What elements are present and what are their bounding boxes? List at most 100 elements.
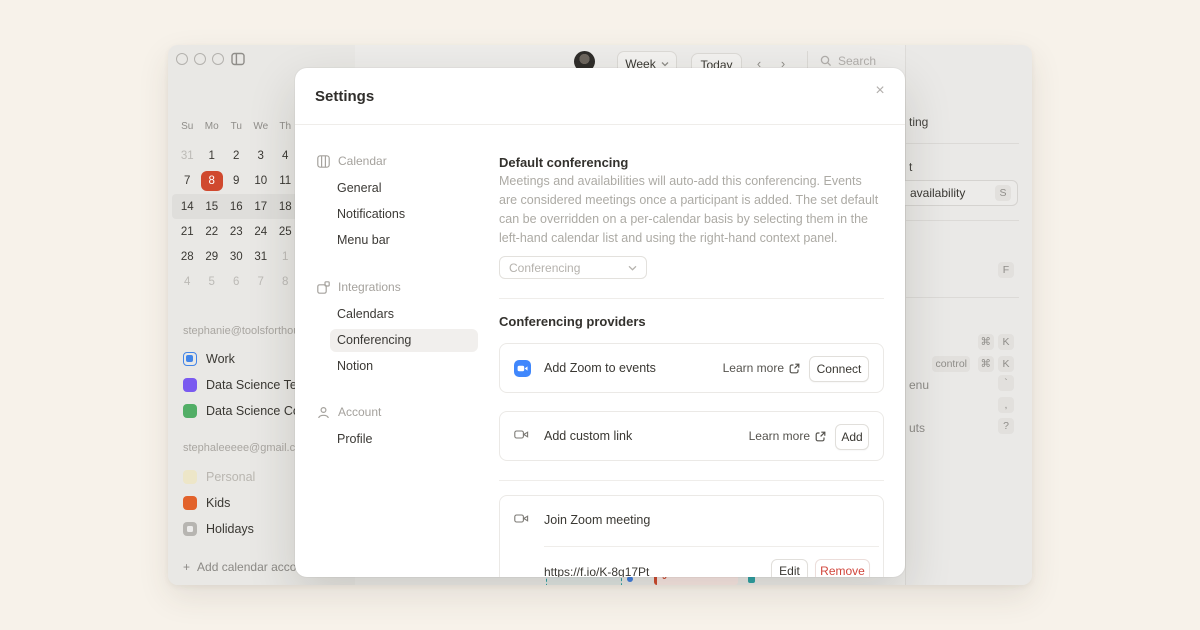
zoom-logo-icon [514, 360, 531, 377]
learn-more-link[interactable]: Learn more [749, 429, 826, 443]
learn-more-link[interactable]: Learn more [723, 361, 800, 375]
learn-more-label: Learn more [723, 361, 784, 375]
calendar-item-data-science-core[interactable]: Data Science Core [183, 401, 311, 421]
search-icon [820, 55, 832, 67]
add-calendar-account-button[interactable]: + Add calendar account [183, 560, 313, 574]
date-cell[interactable]: 24 [250, 222, 272, 242]
person-icon [317, 406, 330, 419]
date-cell[interactable]: 4 [274, 146, 296, 166]
nav-item-general[interactable]: General [337, 181, 381, 195]
calendar-item-personal[interactable]: Personal [183, 467, 255, 487]
nav-section-account: Account [317, 405, 381, 419]
weekday-label: Mo [205, 121, 219, 132]
calendar-checkbox-holidays[interactable] [183, 522, 197, 536]
section-heading: Default conferencing [499, 155, 628, 170]
nav-item-profile[interactable]: Profile [337, 432, 372, 446]
weekday-label: Su [181, 121, 193, 132]
calendar-item-holidays[interactable]: Holidays [183, 519, 254, 539]
date-cell[interactable]: 11 [274, 171, 296, 191]
weekday-label: Th [279, 121, 291, 132]
section-description: Meetings and availabilities will auto-ad… [499, 172, 881, 248]
shortcut-key-control: control [932, 356, 970, 372]
calendar-checkbox-kids[interactable] [183, 496, 197, 510]
nav-section-label: Integrations [338, 280, 401, 294]
remove-button[interactable]: Remove [815, 559, 870, 577]
date-cell[interactable]: 3 [250, 146, 272, 166]
date-cell[interactable]: 10 [250, 171, 272, 191]
nav-item-notion[interactable]: Notion [337, 359, 373, 373]
shortcut-key-s: S [995, 185, 1011, 201]
date-cell[interactable]: 7 [250, 272, 272, 292]
shortcut-key-k: K [998, 356, 1014, 372]
close-icon[interactable]: × [869, 80, 891, 102]
date-cell[interactable]: 7 [176, 171, 198, 191]
date-cell[interactable]: 21 [176, 222, 198, 242]
providers-heading: Conferencing providers [499, 314, 646, 329]
window-close-button[interactable] [176, 53, 188, 65]
date-cell[interactable]: 31 [250, 247, 272, 267]
date-cell[interactable]: 17 [250, 197, 272, 217]
date-cell[interactable]: 22 [201, 222, 223, 242]
content-divider [499, 298, 884, 299]
date-cell[interactable]: 15 [201, 197, 223, 217]
date-cell[interactable]: 16 [225, 197, 247, 217]
search-field[interactable]: Search [820, 54, 876, 68]
calendar-label: Holidays [206, 522, 254, 536]
modal-header-divider [295, 124, 905, 125]
date-cell[interactable]: 8 [274, 272, 296, 292]
add-button[interactable]: Add [835, 424, 869, 450]
video-camera-icon [514, 512, 531, 529]
date-cell[interactable]: 29 [201, 247, 223, 267]
date-cell[interactable]: 23 [225, 222, 247, 242]
settings-modal: Settings × Calendar General Notification… [295, 68, 905, 577]
window-minimize-button[interactable] [194, 53, 206, 65]
weekday-label: Tu [231, 121, 242, 132]
date-cell[interactable]: 30 [225, 247, 247, 267]
plus-icon: + [183, 560, 190, 574]
provider-label: Add custom link [544, 429, 632, 443]
context-row-truncated[interactable]: ting [909, 115, 928, 129]
nav-item-calendars[interactable]: Calendars [337, 307, 394, 321]
date-cell[interactable]: 1 [201, 146, 223, 166]
right-context-panel: ting t availability S F ⌘ K control ⌘ K … [905, 45, 1032, 585]
learn-more-label: Learn more [749, 429, 810, 443]
calendar-checkbox-team[interactable] [183, 378, 197, 392]
date-cell[interactable]: 14 [176, 197, 198, 217]
external-link-icon [789, 363, 800, 374]
nav-section-integrations: Integrations [317, 280, 401, 294]
date-cell[interactable]: 6 [225, 272, 247, 292]
edit-button[interactable]: Edit [771, 559, 808, 577]
calendar-checkbox-core[interactable] [183, 404, 197, 418]
sidebar-toggle-icon[interactable] [231, 52, 245, 66]
nav-item-conferencing[interactable]: Conferencing [337, 333, 411, 347]
connect-button[interactable]: Connect [809, 356, 869, 382]
date-cell[interactable]: 28 [176, 247, 198, 267]
calendar-item-work[interactable]: Work [183, 349, 235, 369]
nav-item-menu-bar[interactable]: Menu bar [337, 233, 390, 247]
provider-label: Add Zoom to events [544, 361, 656, 375]
date-cell[interactable]: 31 [176, 146, 198, 166]
nav-section-label: Account [338, 405, 381, 419]
shortcuts-row-truncated[interactable]: uts [909, 421, 925, 435]
shortcut-key-question: ? [998, 418, 1014, 434]
window-zoom-button[interactable] [212, 53, 224, 65]
calendar-checkbox-work[interactable] [183, 352, 197, 366]
nav-item-notifications[interactable]: Notifications [337, 207, 405, 221]
calendar-checkbox-personal[interactable] [183, 470, 197, 484]
conferencing-select[interactable]: Conferencing [499, 256, 647, 279]
context-row-truncated[interactable]: t [909, 160, 912, 174]
menu-row-truncated[interactable]: enu [909, 378, 929, 392]
date-cell[interactable]: 25 [274, 222, 296, 242]
date-cell[interactable]: 5 [201, 272, 223, 292]
provider-card-join-zoom: Join Zoom meeting https://f.io/K-8g17Pt … [499, 495, 884, 577]
date-cell[interactable]: 1 [274, 247, 296, 267]
date-cell[interactable]: 2 [225, 146, 247, 166]
date-cell-today[interactable]: 8 [201, 171, 223, 191]
date-cell[interactable]: 9 [225, 171, 247, 191]
card-divider [544, 546, 879, 547]
date-cell[interactable]: 18 [274, 197, 296, 217]
calendar-item-kids[interactable]: Kids [183, 493, 230, 513]
date-cell[interactable]: 4 [176, 272, 198, 292]
shortcut-key-k: K [998, 334, 1014, 350]
availability-menu-item[interactable]: availability S [892, 180, 1018, 206]
